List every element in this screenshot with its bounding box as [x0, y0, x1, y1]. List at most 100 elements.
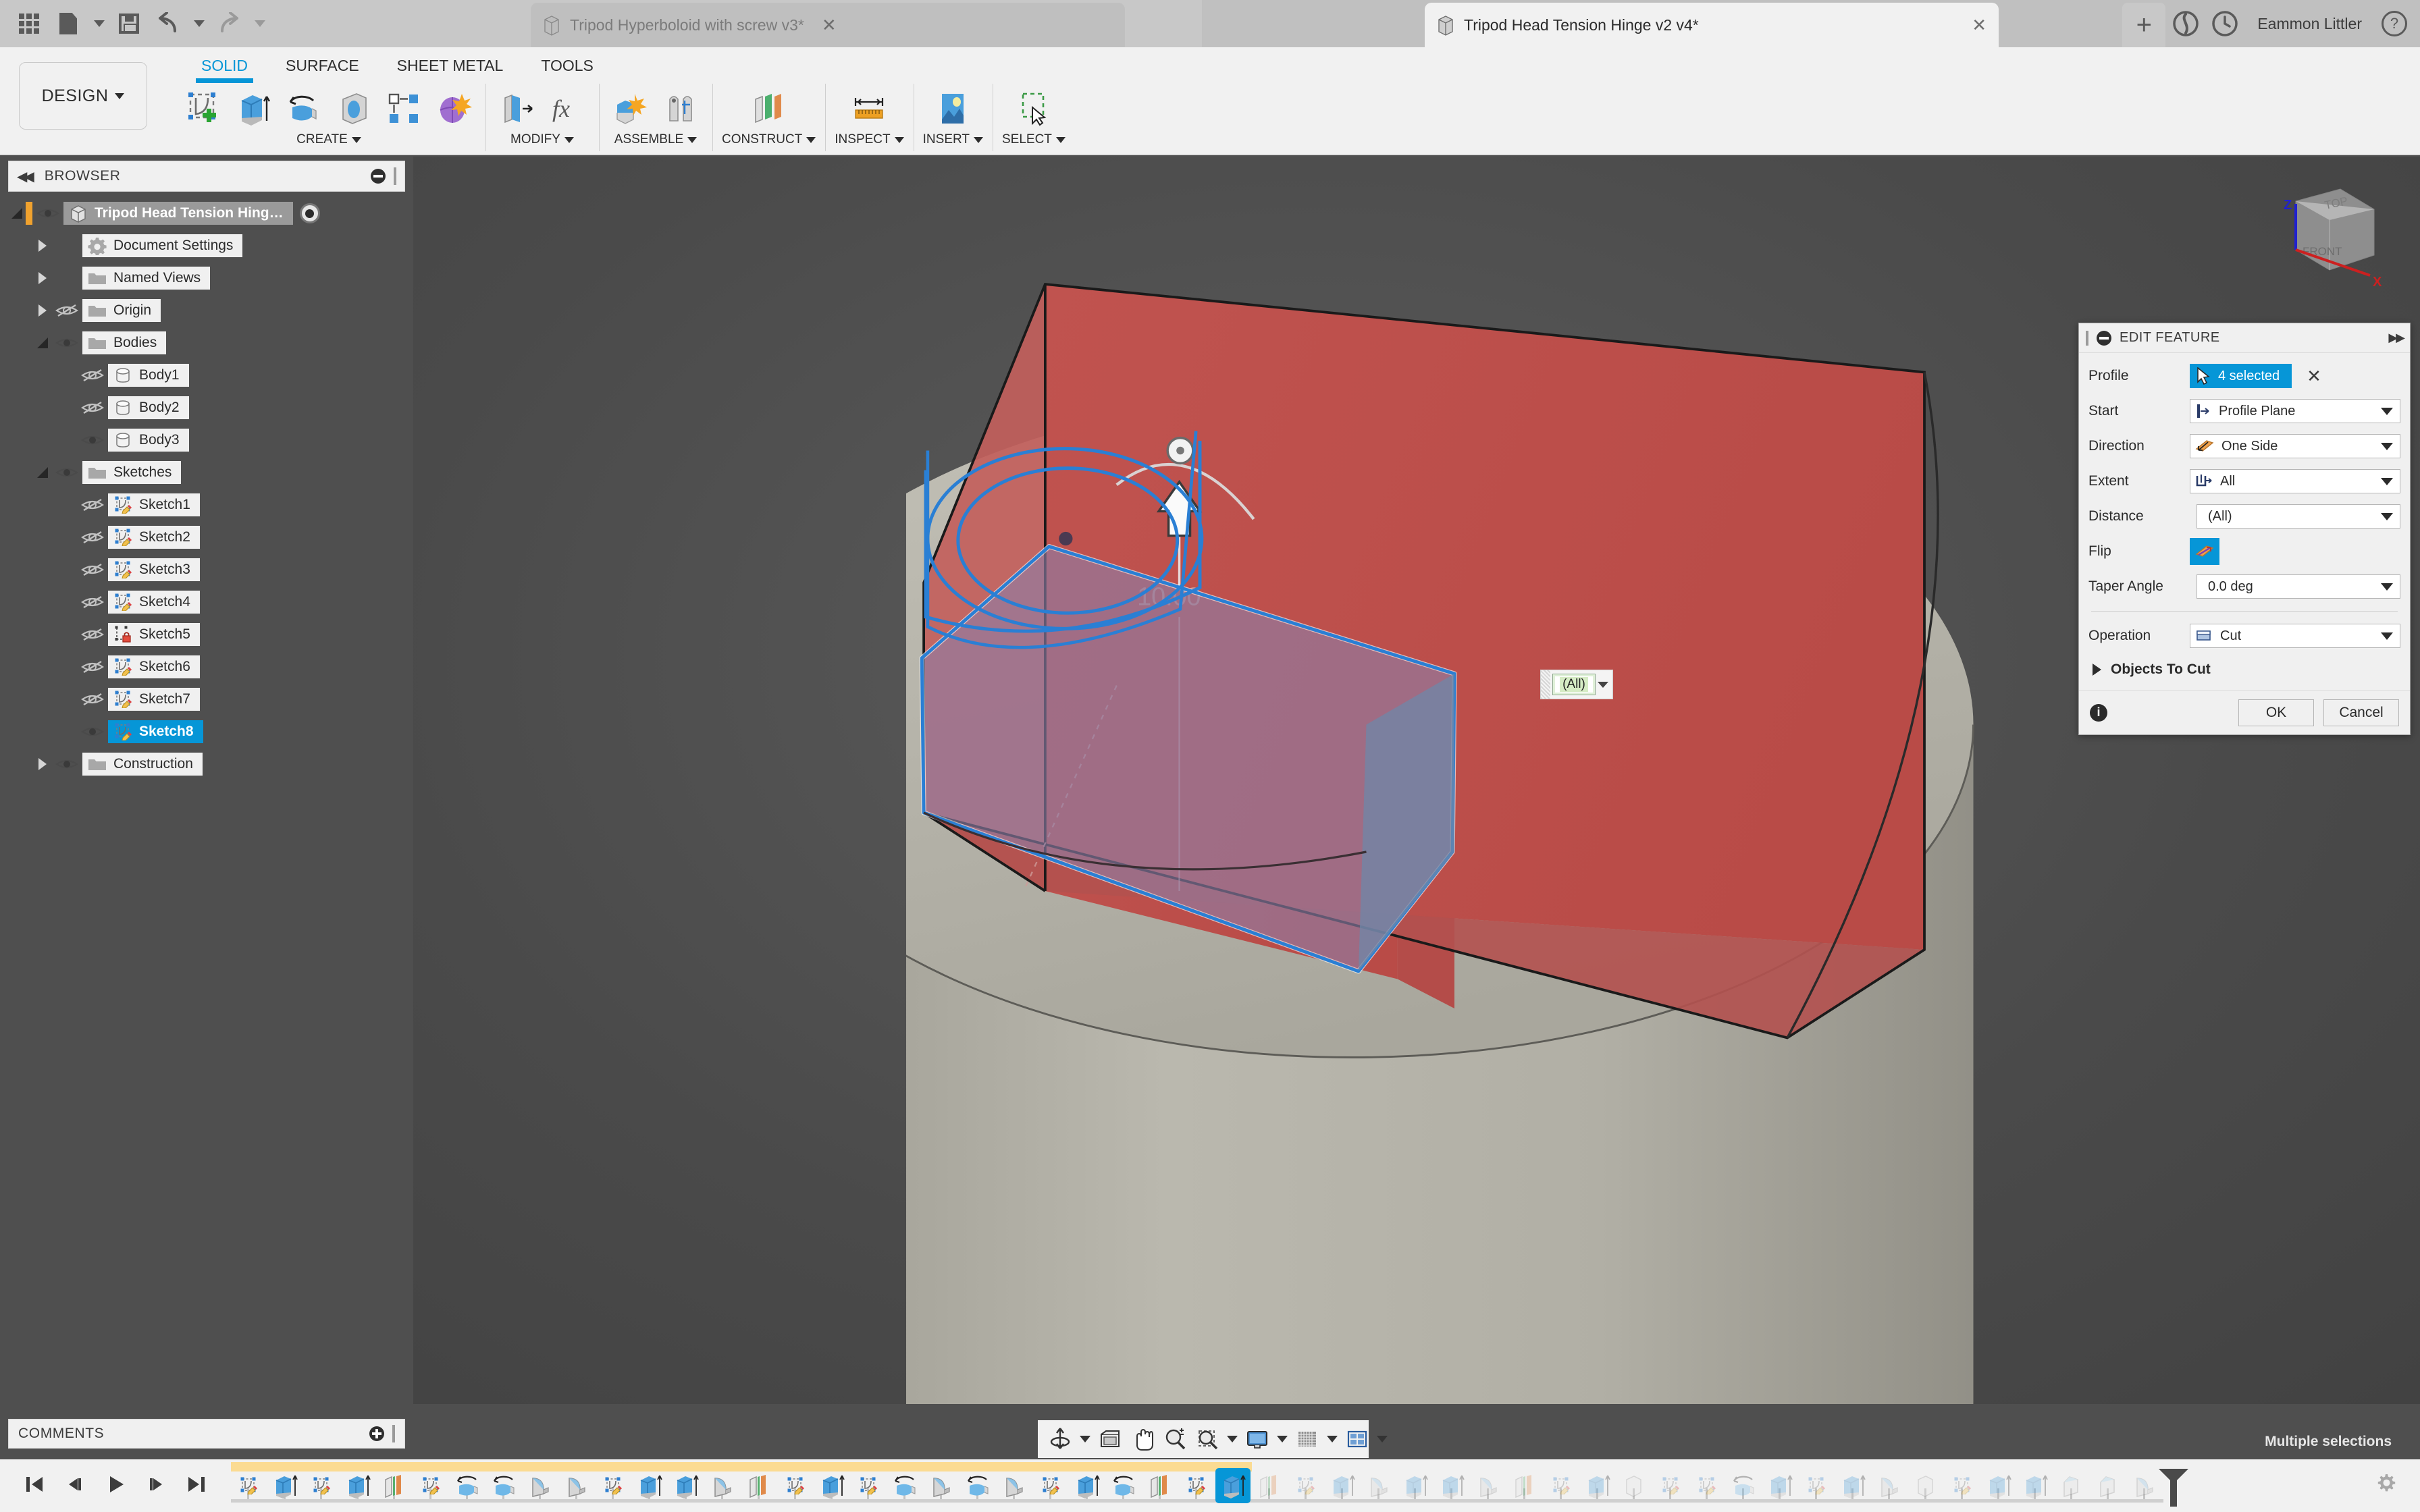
drag-handle-icon[interactable] [1541, 670, 1550, 699]
browser-minimize-icon[interactable] [371, 169, 386, 184]
browser-item[interactable]: Sketch3 [108, 558, 200, 581]
browser-row-bodies[interactable]: Bodies [8, 327, 413, 359]
canvas-distance-field[interactable]: (All) [1552, 674, 1596, 695]
ribbon-group-insert-label[interactable]: INSERT [923, 132, 983, 147]
user-name-label[interactable]: Eammon Littler [2245, 15, 2374, 33]
document-tab-2-close-icon[interactable]: ✕ [1972, 16, 1987, 34]
browser-resize-handle[interactable] [394, 167, 396, 185]
visibility-toggle[interactable] [77, 558, 108, 581]
comments-resize-handle[interactable] [392, 1425, 395, 1442]
pan-icon[interactable] [1127, 1423, 1158, 1455]
timeline-item-17[interactable] [851, 1468, 886, 1503]
timeline-item-7[interactable] [486, 1468, 521, 1503]
profile-selection-button[interactable]: 4 selected [2190, 364, 2292, 388]
timeline-item-40[interactable] [1689, 1468, 1725, 1503]
cancel-button[interactable]: Cancel [2323, 699, 2399, 726]
browser-row-origin[interactable]: Origin [8, 294, 413, 327]
zoom-window-icon[interactable] [1192, 1423, 1223, 1455]
twisty-expanded-icon[interactable] [8, 197, 26, 230]
twisty-collapsed-icon[interactable] [34, 230, 51, 262]
visibility-toggle[interactable] [32, 202, 63, 225]
ribbon-group-construct-label[interactable]: CONSTRUCT [722, 132, 816, 147]
browser-item[interactable]: Sketch6 [108, 655, 200, 678]
browser-row-construction[interactable]: Construction [8, 748, 413, 780]
grid-dropdown-caret[interactable] [1327, 1436, 1338, 1442]
timeline-item-51[interactable] [2090, 1468, 2126, 1503]
browser-item[interactable]: Sketch4 [108, 591, 200, 614]
browser-item[interactable]: Bodies [82, 331, 167, 354]
timeline-item-2[interactable] [304, 1468, 339, 1503]
timeline-item-5[interactable] [413, 1468, 448, 1503]
twisty-collapsed-icon[interactable] [34, 294, 51, 327]
grid-snaps-icon[interactable] [1292, 1423, 1323, 1455]
browser-item[interactable]: Construction [82, 753, 203, 776]
browser-item[interactable]: Sketches [82, 461, 182, 484]
timeline-item-12[interactable] [668, 1468, 704, 1503]
visibility-toggle[interactable] [77, 429, 108, 452]
timeline-item-31[interactable] [1361, 1468, 1396, 1503]
timeline-item-33[interactable] [1434, 1468, 1469, 1503]
tab-sheet-metal[interactable]: SHEET METAL [378, 51, 523, 83]
recent-activity-icon[interactable] [2206, 5, 2244, 43]
browser-item[interactable]: Origin [82, 299, 161, 322]
info-icon[interactable]: i [2090, 703, 2107, 722]
display-dropdown-caret[interactable] [1277, 1436, 1288, 1442]
extrude-icon[interactable] [232, 86, 276, 131]
redo-dropdown-caret[interactable] [250, 5, 269, 42]
timeline-item-1[interactable] [267, 1468, 302, 1503]
ribbon-group-modify-label[interactable]: MODIFY [510, 132, 574, 147]
timeline-item-49[interactable] [2018, 1468, 2053, 1503]
zoom-icon[interactable] [1159, 1423, 1190, 1455]
timeline-item-28[interactable] [1252, 1468, 1287, 1503]
timeline-item-29[interactable] [1288, 1468, 1323, 1503]
twisty-collapsed-icon[interactable] [34, 748, 51, 780]
browser-row-tripod-head-tension-hing[interactable]: Tripod Head Tension Hing… [8, 197, 413, 230]
visibility-toggle[interactable] [77, 655, 108, 678]
direction-dropdown[interactable]: One Side [2190, 434, 2400, 458]
play-icon[interactable] [104, 1473, 127, 1499]
revolve-icon[interactable] [282, 86, 326, 131]
tab-tools[interactable]: TOOLS [522, 51, 612, 83]
rectangular-pattern-icon[interactable] [382, 86, 426, 131]
add-comment-icon[interactable] [369, 1426, 384, 1441]
browser-row-named-views[interactable]: Named Views [8, 262, 413, 294]
help-icon[interactable]: ? [2375, 5, 2413, 43]
timeline-item-52[interactable] [2127, 1468, 2162, 1503]
visibility-toggle[interactable] [77, 623, 108, 646]
browser-row-sketch8[interactable]: Sketch8 [8, 716, 413, 748]
document-tab-1[interactable]: Tripod Hyperboloid with screw v3* ✕ [531, 3, 1125, 47]
timeline-item-39[interactable] [1653, 1468, 1688, 1503]
flip-toggle-button[interactable] [2190, 538, 2219, 565]
ribbon-group-create-label[interactable]: CREATE [296, 132, 361, 147]
browser-row-sketch4[interactable]: Sketch4 [8, 586, 413, 618]
save-icon[interactable] [111, 5, 147, 42]
timeline-item-36[interactable] [1544, 1468, 1579, 1503]
skip-to-end-icon[interactable] [185, 1473, 208, 1499]
zoom-dropdown-caret[interactable] [1227, 1436, 1238, 1442]
view-cube[interactable]: TOP FRONT Z X [2254, 174, 2389, 296]
browser-item[interactable]: Sketch7 [108, 688, 200, 711]
ribbon-group-assemble-label[interactable]: ASSEMBLE [614, 132, 698, 147]
document-tab-1-close-icon[interactable]: ✕ [822, 16, 837, 34]
dialog-drag-handle[interactable] [2086, 330, 2088, 346]
twisty-expanded-icon[interactable] [34, 456, 51, 489]
start-dropdown[interactable]: Profile Plane [2190, 399, 2400, 423]
step-forward-icon[interactable] [144, 1473, 167, 1499]
browser-row-body1[interactable]: Body1 [8, 359, 413, 392]
visibility-toggle[interactable] [51, 299, 82, 322]
tab-solid[interactable]: SOLID [182, 51, 267, 83]
browser-item[interactable]: Sketch5 [108, 623, 200, 646]
apps-grid-icon[interactable] [11, 5, 47, 42]
timeline-item-37[interactable] [1580, 1468, 1615, 1503]
clear-selection-icon[interactable]: ✕ [2307, 366, 2321, 387]
visibility-toggle[interactable] [77, 720, 108, 743]
browser-row-body2[interactable]: Body2 [8, 392, 413, 424]
taper-angle-field[interactable]: 0.0 deg [2197, 574, 2400, 599]
joint-icon[interactable] [658, 86, 703, 131]
skip-to-start-icon[interactable] [23, 1473, 46, 1499]
dialog-expand-icon[interactable]: ▶▶ [2388, 331, 2405, 345]
select-window-icon[interactable] [1011, 86, 1056, 131]
activate-component-radio[interactable] [299, 203, 320, 223]
timeline-item-6[interactable] [450, 1468, 485, 1503]
visibility-toggle[interactable] [77, 493, 108, 516]
